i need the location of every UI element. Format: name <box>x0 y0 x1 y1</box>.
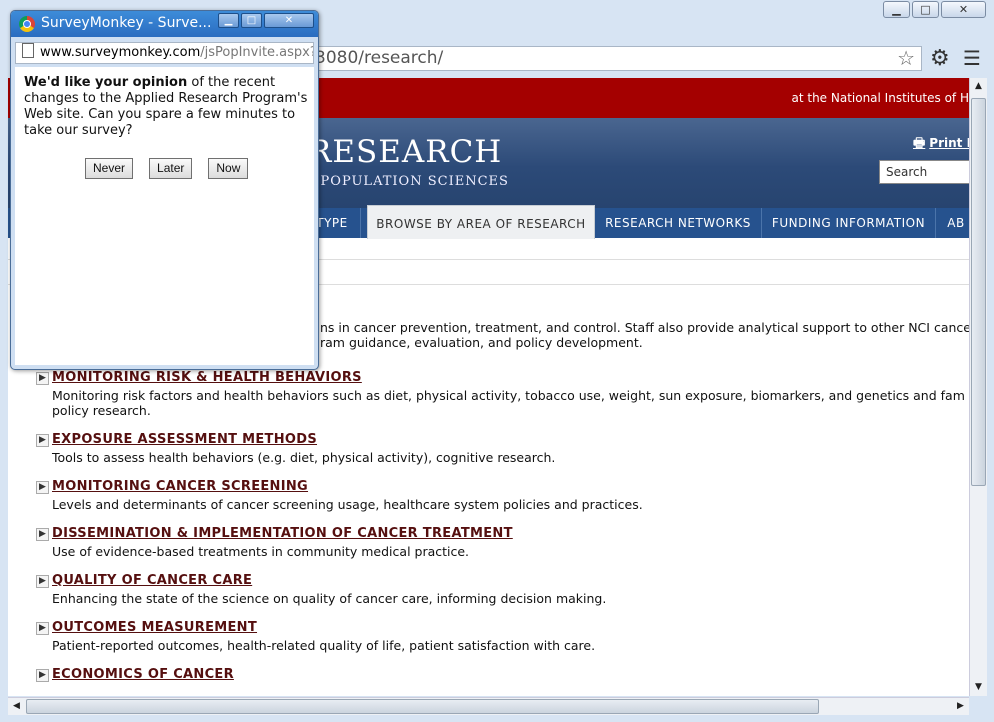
chrome-icon <box>19 16 35 32</box>
nav-item-about[interactable]: AB <box>936 208 969 238</box>
intro-line: ram guidance, evaluation, and policy dev… <box>320 335 643 350</box>
address-bar[interactable]: 3080/research/ ☆ <box>300 46 922 71</box>
minimize-button[interactable]: ▁ <box>883 1 910 18</box>
nav-item-browse-by-area[interactable]: BROWSE BY AREA OF RESEARCH <box>367 205 595 239</box>
chevron-right-icon: ▶ <box>36 434 49 447</box>
close-button[interactable]: ✕ <box>941 1 986 18</box>
never-button[interactable]: Never <box>85 158 134 179</box>
popup-address-bar[interactable]: www.surveymonkey.com/jsPopInvite.aspx? <box>15 42 314 64</box>
popup-window-controls: ▁ □ ✕ <box>218 13 314 28</box>
popup-button-row: Never Later Now <box>85 158 249 179</box>
list-item: ▶ DISSEMINATION & IMPLEMENTATION OF CANC… <box>36 526 969 559</box>
settings-gear-icon[interactable]: ⚙ <box>930 46 950 71</box>
chevron-right-icon: ▶ <box>36 528 49 541</box>
invitation-bold: We'd like your opinion <box>24 75 188 90</box>
chevron-right-icon: ▶ <box>36 669 49 682</box>
chevron-right-icon: ▶ <box>36 622 49 635</box>
research-area-description: Use of evidence-based treatments in comm… <box>52 544 470 559</box>
chevron-right-icon: ▶ <box>36 372 49 385</box>
research-area-link[interactable]: ECONOMICS OF CANCER <box>52 667 969 682</box>
scroll-down-icon[interactable]: ▼ <box>970 679 987 696</box>
vertical-scrollbar[interactable]: ▲ ▼ <box>969 78 987 696</box>
print-page-link[interactable]: 🖶Print P <box>913 134 969 156</box>
window-controls: ▁ □ ✕ <box>883 1 986 18</box>
research-area-link[interactable]: QUALITY OF CANCER CARE <box>52 573 969 588</box>
research-area-link[interactable]: EXPOSURE ASSESSMENT METHODS <box>52 432 969 447</box>
survey-popup-window: SurveyMonkey - Surve... ▁ □ ✕ www.survey… <box>10 10 319 370</box>
menu-icon[interactable]: ☰ <box>963 46 981 70</box>
intro-text: ns in cancer prevention, treatment, and … <box>320 320 969 350</box>
nih-text[interactable]: at the National Institutes of H <box>791 91 969 105</box>
bookmark-star-icon[interactable]: ☆ <box>897 47 915 70</box>
list-item: ▶ EXPOSURE ASSESSMENT METHODS Tools to a… <box>36 432 969 465</box>
popup-url-host: www.surveymonkey.com <box>40 45 201 60</box>
intro-line: ns in cancer prevention, treatment, and … <box>320 320 969 335</box>
address-url: 3080/research/ <box>315 48 444 68</box>
nav-item-research-networks[interactable]: RESEARCH NETWORKS <box>595 208 762 238</box>
list-item: ▶ QUALITY OF CANCER CARE Enhancing the s… <box>36 573 969 606</box>
popup-titlebar[interactable]: SurveyMonkey - Surve... ▁ □ ✕ <box>11 11 318 37</box>
scroll-up-icon[interactable]: ▲ <box>970 78 987 95</box>
survey-invitation-text: We'd like your opinion of the recent cha… <box>24 75 309 139</box>
research-area-description: Patient-reported outcomes, health-relate… <box>52 638 596 653</box>
research-area-description: Monitoring risk factors and health behav… <box>52 388 965 403</box>
popup-minimize-button[interactable]: ▁ <box>218 13 239 28</box>
nav-item-funding-information[interactable]: FUNDING INFORMATION <box>762 208 936 238</box>
popup-body: We'd like your opinion of the recent cha… <box>15 67 314 365</box>
research-area-description: Levels and determinants of cancer screen… <box>52 497 643 512</box>
later-button[interactable]: Later <box>149 158 193 179</box>
page-icon <box>22 43 34 58</box>
search-input[interactable]: Search <box>879 160 969 184</box>
horizontal-scroll-thumb[interactable] <box>26 699 819 714</box>
list-item: ▶ ECONOMICS OF CANCER <box>36 667 969 682</box>
research-area-description: Enhancing the state of the science on qu… <box>52 591 607 606</box>
print-label: Print P <box>929 136 969 150</box>
now-button[interactable]: Now <box>208 158 249 179</box>
scroll-left-icon[interactable]: ◀ <box>8 698 25 715</box>
popup-close-button[interactable]: ✕ <box>264 13 314 28</box>
research-area-description: policy research. <box>52 403 151 418</box>
research-area-link[interactable]: MONITORING CANCER SCREENING <box>52 479 969 494</box>
printer-icon: 🖶 <box>913 136 926 151</box>
popup-url-path: /jsPopInvite.aspx? <box>200 45 314 60</box>
research-area-description: Tools to assess health behaviors (e.g. d… <box>52 450 556 465</box>
site-logo-subtitle: D POPULATION SCIENCES <box>304 174 509 189</box>
research-area-link[interactable]: MONITORING RISK & HEALTH BEHAVIORS <box>52 370 969 385</box>
maximize-button[interactable]: □ <box>912 1 939 18</box>
vertical-scroll-thumb[interactable] <box>971 98 986 486</box>
research-area-link[interactable]: DISSEMINATION & IMPLEMENTATION OF CANCER… <box>52 526 969 541</box>
list-item: ▶ OUTCOMES MEASUREMENT Patient-reported … <box>36 620 969 653</box>
popup-maximize-button[interactable]: □ <box>241 13 262 28</box>
research-area-link[interactable]: OUTCOMES MEASUREMENT <box>52 620 969 635</box>
site-logo-text[interactable]: RESEARCH <box>308 134 502 170</box>
list-item: ▶ MONITORING RISK & HEALTH BEHAVIORS Mon… <box>36 370 969 418</box>
list-item: ▶ MONITORING CANCER SCREENING Levels and… <box>36 479 969 512</box>
chevron-right-icon: ▶ <box>36 481 49 494</box>
scroll-right-icon[interactable]: ▶ <box>952 698 969 715</box>
chevron-right-icon: ▶ <box>36 575 49 588</box>
horizontal-scrollbar[interactable]: ◀ ▶ <box>8 697 969 715</box>
popup-title: SurveyMonkey - Surve... <box>41 15 212 31</box>
research-area-list: ▶ MONITORING RISK & HEALTH BEHAVIORS Mon… <box>36 370 969 696</box>
